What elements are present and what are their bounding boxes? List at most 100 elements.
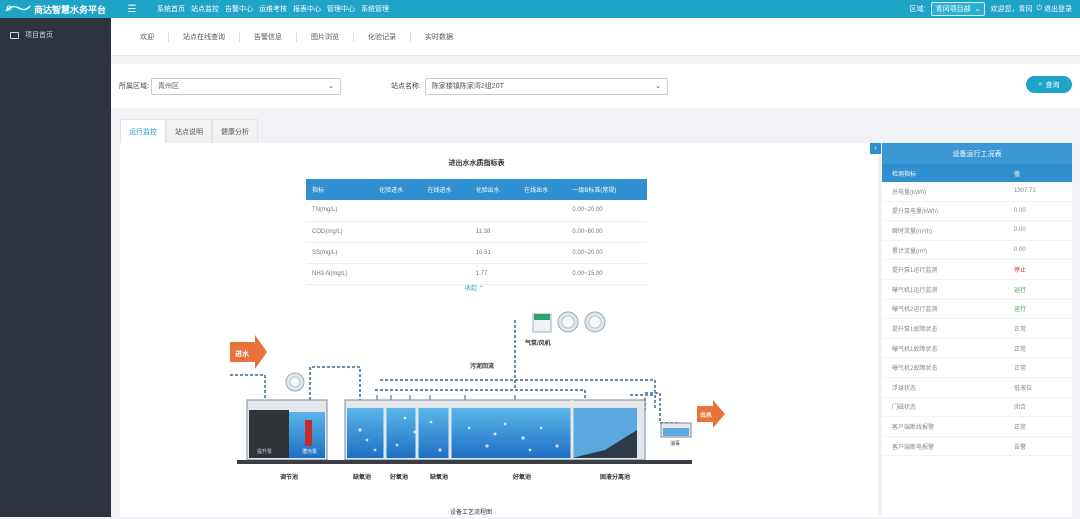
- table-row: COD(mg/L) 11.38 0.00~60.00: [306, 221, 647, 243]
- area-value: 青州区: [157, 83, 179, 90]
- region-label: 区域:: [909, 6, 926, 13]
- cell: [373, 263, 422, 285]
- table-row: 客户端断线报警 正常: [882, 417, 1072, 437]
- chevron-up-icon: ⌃: [478, 286, 484, 292]
- table-row: 提升泵电量(kWh) 0.00: [882, 202, 1072, 222]
- pump-gauge-inner-icon: [289, 376, 301, 388]
- indicator-table-title: 进出水水质指标表: [448, 160, 505, 167]
- process-diagram: 进水 出水 气泵/风机 污泥回流 提升泵 潜污泵 消毒 调节池 缺氧池 好氧池 …: [225, 300, 735, 517]
- cell: [421, 200, 470, 222]
- cell: TN(mg/L): [306, 200, 374, 222]
- status-indicator-name: 客户端断线报警: [892, 424, 935, 431]
- device-status-rows: 总电量(kWh) 1307.71 提升泵电量(kWh) 0.00 瞬时流量(m³/h) 0…: [882, 182, 1072, 457]
- cell: 0.00~60.00: [566, 221, 647, 243]
- table-row: SS(mg/L) 10.51 0.00~20.00: [306, 242, 647, 264]
- status-indicator-value: 正常: [1014, 326, 1027, 333]
- tab-health-analysis[interactable]: 健康分析: [212, 119, 258, 143]
- cell: [373, 221, 422, 243]
- nav-item-ops[interactable]: 运维考核: [259, 4, 287, 14]
- table-row: 总电量(kWh) 1307.71: [882, 182, 1072, 202]
- col-value: 值: [1014, 171, 1021, 178]
- status-indicator-value: 0.00: [1014, 207, 1026, 214]
- disinfect-label: 消毒: [670, 440, 680, 447]
- nav-item-monitor[interactable]: 站点监控: [191, 4, 219, 14]
- blower-unit-icon: [532, 311, 606, 333]
- col-standard: 一级B标准(常规): [566, 179, 647, 200]
- tab-image-browse[interactable]: 图片浏览: [297, 31, 354, 42]
- ground-line: [237, 460, 692, 464]
- status-indicator-value: 1307.71: [1014, 188, 1036, 195]
- status-indicator-value: 告警: [1014, 444, 1027, 451]
- logout-label: 退出登录: [1044, 6, 1072, 13]
- table-row: TN(mg/L) 0.00~20.00: [306, 200, 647, 222]
- tab-realtime-data[interactable]: 实时数据: [411, 32, 467, 42]
- nav-item-report[interactable]: 报表中心: [293, 4, 321, 14]
- folder-icon: [10, 31, 19, 39]
- col-indicator: 检测指标: [892, 171, 917, 178]
- chevron-down-icon: ⌄: [328, 83, 334, 90]
- status-indicator-name: 曝气机1故障状态: [892, 346, 938, 353]
- cell: [518, 221, 567, 243]
- col-indicator: 指标: [306, 179, 374, 200]
- blower-label: 气泵/风机: [524, 339, 551, 347]
- nav-item-manage[interactable]: 管理中心: [327, 4, 355, 14]
- indicator-table: 指标 化验进水 在线进水 化验出水 在线出水 一级B标准(常规) TN(mg/L…: [306, 179, 647, 285]
- sidebar: 项目首页: [0, 18, 111, 517]
- col-lab-out: 化验出水: [469, 179, 519, 200]
- nav-item-alarm[interactable]: 告警中心: [225, 4, 253, 14]
- cell: 1.77: [469, 263, 519, 285]
- page-tabs: 欢迎 站点在线查询 告警信息 图片浏览 化验记录 实时数据: [111, 18, 1080, 56]
- power-icon: ⏻: [1036, 5, 1042, 12]
- search-icon: ⌕: [1038, 80, 1043, 88]
- tab-station-query[interactable]: 站点在线查询: [169, 31, 240, 42]
- status-indicator-value: 0.00: [1014, 227, 1026, 234]
- collapse-toggle[interactable]: 收起 ⌃: [465, 283, 484, 292]
- table-header-row: 指标 化验进水 在线进水 化验出水 在线出水 一级B标准(常规): [306, 179, 647, 200]
- top-nav: 系统首页 站点监控 告警中心 运维考核 报表中心 管理中心 系统管理: [157, 4, 395, 14]
- tab-run-monitor[interactable]: 运行监控: [120, 119, 166, 143]
- cell: [421, 263, 470, 285]
- inlet-label: 进水: [235, 349, 250, 358]
- status-indicator-value: 闭合: [1014, 405, 1027, 412]
- app-title: 商达智慧水务平台: [34, 4, 107, 15]
- tank-label: 好氧池: [389, 473, 408, 481]
- nav-item-home[interactable]: 系统首页: [157, 4, 185, 14]
- tab-station-desc[interactable]: 站点说明: [166, 119, 212, 143]
- region-select[interactable]: 青冈项目部 ⌄: [930, 2, 986, 16]
- cell: [421, 242, 470, 264]
- status-indicator-name: 曝气机1运行监测: [892, 287, 938, 294]
- area-label: 所属区域:: [119, 83, 149, 90]
- area-select[interactable]: 青州区 ⌄: [150, 77, 341, 95]
- expand-panel-icon[interactable]: ›: [870, 143, 881, 154]
- cell: [518, 200, 567, 222]
- logo[interactable]: 商达智慧水务平台: [0, 3, 112, 16]
- status-indicator-value: 低液位: [1014, 385, 1033, 392]
- status-indicator-name: 总电量(kWh): [892, 189, 926, 196]
- cell: [421, 221, 470, 243]
- status-indicator-name: 累计流量(m³): [892, 248, 927, 255]
- tab-lab-record[interactable]: 化验记录: [354, 31, 411, 42]
- table-row: 客户端断电报警 告警: [882, 437, 1072, 457]
- header-right: 区域: 青冈项目部 ⌄ 欢迎您，青冈 ⏻ 退出登录: [910, 2, 1080, 16]
- query-button[interactable]: ⌕ 查询: [1026, 76, 1072, 93]
- tank-label: 好氧池: [512, 473, 531, 481]
- nav-item-system[interactable]: 系统管理: [361, 4, 389, 14]
- sidebar-item-project-home[interactable]: 项目首页: [0, 18, 111, 52]
- station-select[interactable]: 陈家楼镇陈家湾2组20T ⌄: [424, 77, 668, 95]
- diagram-caption: 设备工艺流程图: [450, 508, 492, 516]
- tank-label: 缺氧池: [353, 473, 371, 481]
- tank-label: 调节池: [280, 473, 298, 481]
- bioreactor-tank-icon: [344, 399, 646, 461]
- status-indicator-value: 0.00: [1014, 247, 1026, 254]
- status-indicator-value: 正常: [1014, 424, 1027, 431]
- cell: 10.51: [469, 242, 519, 264]
- tab-alarm-info[interactable]: 告警信息: [240, 31, 297, 42]
- tab-welcome[interactable]: 欢迎: [126, 31, 169, 42]
- cell: [518, 263, 567, 285]
- table-row: 曝气机2故障状态 正常: [882, 358, 1072, 378]
- menu-toggle-icon[interactable]: ☰: [122, 4, 142, 15]
- table-row: 门磁状态 闭合: [882, 398, 1072, 418]
- sludge-return-label: 污泥回流: [470, 362, 494, 370]
- collapse-label: 收起: [465, 286, 478, 292]
- logout-button[interactable]: ⏻ 退出登录: [1036, 4, 1072, 14]
